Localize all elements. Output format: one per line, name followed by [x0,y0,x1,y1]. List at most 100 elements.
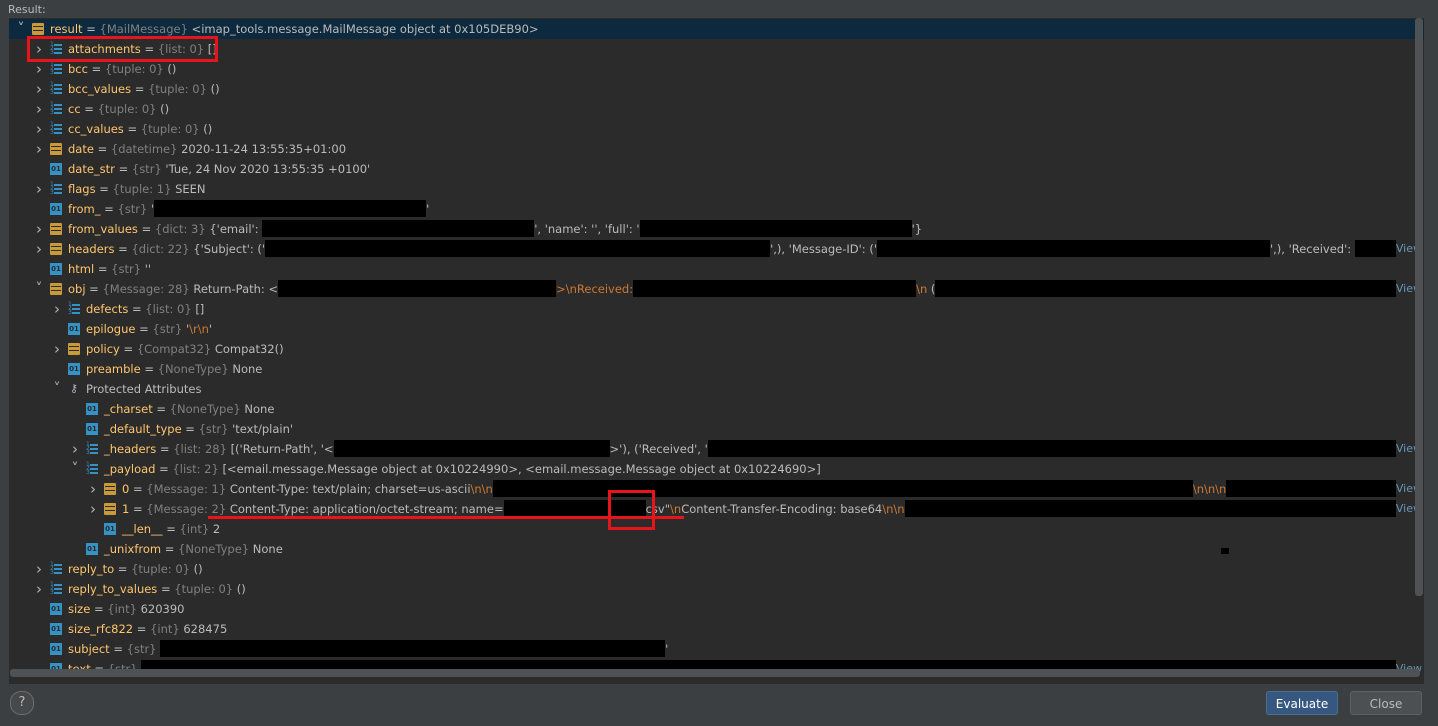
variable-name: date_str [68,162,115,176]
tree-row[interactable]: › 1 2 3 reply_to_values = {tuple: 0} () [9,579,1424,599]
close-button[interactable]: Close [1350,691,1422,715]
tree-row[interactable]: ˅ ⚷ Protected Attributes [9,379,1424,399]
escape-sequence: \n\n [882,502,905,516]
variable-name: reply_to_values [68,582,158,596]
chevron-right-icon[interactable]: › [69,439,81,459]
object-icon [104,503,116,515]
variable-value: <imap_tools.message.MailMessage object a… [191,22,539,36]
tree-row[interactable]: › 1 2 3 bcc_values = {tuple: 0} () [9,79,1424,99]
chevron-right-icon[interactable]: › [51,339,63,359]
chevron-right-icon[interactable]: › [33,139,45,159]
variable-value: () [193,562,203,576]
variable-name: size_rfc822 [68,622,134,636]
chevron-down-icon[interactable]: ˅ [69,459,81,479]
help-button[interactable]: ? [10,691,34,715]
tree-row[interactable]: › 1 2 3 attachments = {list: 0} [] [9,39,1424,59]
redacted-block [262,220,535,237]
primitive-icon: 01 [50,643,62,655]
redacted-block [154,200,427,217]
tree-row[interactable]: › 1 2 3 flags = {tuple: 1} SEEN [9,179,1424,199]
variable-value: () [210,82,220,96]
object-icon [50,223,62,235]
chevron-right-icon[interactable]: › [33,59,45,79]
tree-row[interactable]: 01 __len__ = {int} 2 [9,519,1424,539]
chevron-down-icon[interactable]: ˅ [51,379,63,399]
chevron-right-icon[interactable]: › [33,179,45,199]
chevron-right-icon[interactable]: › [33,559,45,579]
tree-row[interactable]: 01 html = {str} '' [9,259,1424,279]
redaction-mark [1221,548,1229,554]
primitive-icon: 01 [68,363,80,375]
redacted-block [707,440,1424,457]
tree-row[interactable]: › 1 2 3 _headers = {list: 28} [('Return-Path… [9,439,1424,459]
tree-row[interactable]: › policy = {Compat32} Compat32() [9,339,1424,359]
variable-type: {tuple: 0} [174,582,234,596]
chevron-right-icon[interactable]: › [51,299,63,319]
list-icon: 123 [50,582,62,596]
variable-name: reply_to [68,562,115,576]
variable-name: _payload [104,462,156,476]
tree-row[interactable]: 01 date_str = {str} 'Tue, 24 Nov 2020 13:… [9,159,1424,179]
variable-value: 628475 [183,622,228,636]
tree-row[interactable]: 01 size_rfc822 = {int} 628475 [9,619,1424,639]
escape-sequence: \r\n [189,322,209,336]
redacted-block [633,280,917,297]
tree-row[interactable]: 01 from_ = {str} ' ' [9,199,1424,219]
chevron-right-icon[interactable]: › [33,119,45,139]
chevron-right-icon[interactable]: › [33,99,45,119]
tree-row[interactable]: 01 _default_type = {str} 'text/plain' [9,419,1424,439]
variable-value: SEEN [175,182,206,196]
redacted-block [935,280,1406,297]
variable-name: cc_values [68,122,124,136]
tree-row[interactable]: › from_values = {dict: 3} {'email': ', 'n… [9,219,1424,239]
chevron-right-icon[interactable]: › [87,479,99,499]
variable-value: Return-Path: < [193,282,279,296]
tree-row[interactable]: › 1 2 3 cc_values = {tuple: 0} () [9,119,1424,139]
tree-row[interactable]: › 1 2 3 defects = {list: 0} [] [9,299,1424,319]
variable-type: {int} [107,602,137,616]
tree-row[interactable]: 01 subject = {str} ' [9,639,1424,659]
chevron-down-icon[interactable]: ˅ [15,19,27,39]
variable-value: [] [195,302,205,316]
dialog-footer [0,686,1438,726]
tree-row[interactable]: 01 _charset = {NoneType} None [9,399,1424,419]
tree-row[interactable]: › 1 2 3 bcc = {tuple: 0} () [9,59,1424,79]
tree-row[interactable]: ˅ obj = {Message: 28} Return-Path: < >\nRe… [9,279,1424,299]
chevron-right-icon[interactable]: › [33,579,45,599]
tree-row[interactable]: 01 epilogue = {str} '\r\n' [9,319,1424,339]
object-icon [32,23,44,35]
tree-row[interactable]: 01 preamble = {NoneType} None [9,359,1424,379]
primitive-icon: 01 [86,423,98,435]
variable-value: Content-Type: text/plain; charset=us-asc… [229,482,471,496]
tree-row[interactable]: › date = {datetime} 2020-11-24 13:55:35+0… [9,139,1424,159]
escape-sequence: >\nReceived: [556,282,634,296]
variable-name: flags [68,182,96,196]
variable-name: _default_type [104,422,182,436]
tree-row[interactable]: › 0 = {Message: 1} Content-Type: text/pla… [9,479,1424,499]
tree-row[interactable]: › 1 2 3 reply_to = {tuple: 0} () [9,559,1424,579]
highlight-box-csv [608,490,655,530]
vertical-scrollbar[interactable] [1415,18,1423,596]
tree-row[interactable]: ˅ result = {MailMessage} <imap_tools.mess… [9,19,1424,39]
tree-row[interactable]: › 1 2 3 cc = {tuple: 0} () [9,99,1424,119]
variables-tree[interactable]: ˅ result = {MailMessage} <imap_tools.mess… [9,18,1424,684]
chevron-right-icon[interactable]: › [33,219,45,239]
variable-value: None [232,362,263,376]
tree-row[interactable]: 01 size = {int} 620390 [9,599,1424,619]
variable-value: Compat32() [214,342,284,356]
variable-type: {MailMessage} [99,22,188,36]
variable-name: html [68,262,95,276]
tree-row[interactable]: › headers = {dict: 22} {'Subject': (' ',),… [9,239,1424,259]
tree-row[interactable]: ˅ 1 2 3 _payload = {list: 2} [<email.message… [9,459,1424,479]
tree-row[interactable]: 01 _unixfrom = {NoneType} None [9,539,1424,559]
chevron-down-icon[interactable]: ˅ [33,279,45,299]
horizontal-scrollbar[interactable] [10,669,1420,677]
evaluate-button[interactable]: Evaluate [1266,691,1338,715]
variable-value: Content-Type: application/octet-stream; … [229,502,504,516]
chevron-right-icon[interactable]: › [87,499,99,519]
list-icon: 123 [50,182,62,196]
chevron-right-icon[interactable]: › [33,239,45,259]
variable-type: {NoneType} [178,542,250,556]
variable-value: {'Subject': (' [193,242,266,256]
chevron-right-icon[interactable]: › [33,79,45,99]
